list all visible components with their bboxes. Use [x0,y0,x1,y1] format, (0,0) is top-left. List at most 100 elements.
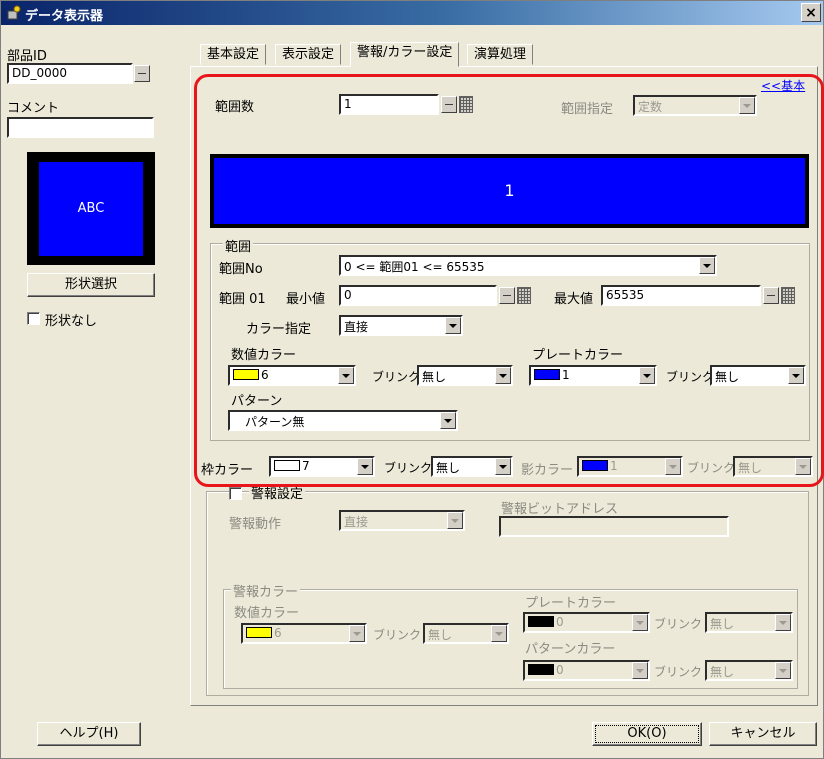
shape-select-button[interactable]: 形状選択 [27,273,155,297]
cancel-button[interactable]: キャンセル [709,722,817,746]
pattern-select[interactable]: パターン無 [228,410,458,431]
shadow-color-swatch [582,460,608,471]
alarm-plate-blink-select[interactable]: 無し [705,612,793,633]
close-button[interactable]: × [801,3,821,22]
chevron-down-icon [739,97,755,114]
frame-blink-select[interactable]: 無し [431,456,513,477]
alarm-pattern-color-value: 0 [556,663,564,677]
range-spec-select[interactable]: 定数 [633,95,757,116]
max-value-spin[interactable] [763,287,779,304]
alarm-value-color-label: 数値カラー [234,606,300,621]
chevron-down-icon [447,512,463,529]
min-value-keypad-icon[interactable] [517,287,531,304]
range-count-spin[interactable] [441,96,457,113]
alarm-pattern-color-label: パターンカラー [525,642,616,657]
shadow-blink-select[interactable]: 無し [733,456,813,477]
range-spec-value: 定数 [638,100,663,114]
plate-blink-select[interactable]: 無し [710,365,806,386]
help-button[interactable]: ヘルプ(H) [37,722,141,746]
chevron-down-icon [665,458,681,475]
value-color-select[interactable]: 6 [228,365,356,386]
ok-button[interactable]: OK(O) [592,722,702,746]
comment-field[interactable] [7,117,154,138]
plate-color-swatch [534,369,560,380]
frame-color-select[interactable]: 7 [269,456,375,477]
alarm-plate-color-value: 0 [556,615,564,629]
value-preview: 1 [214,158,805,224]
tab-calculation[interactable]: 演算処理 [467,44,534,65]
chevron-down-icon [349,625,365,642]
range-count-label: 範囲数 [215,100,255,115]
alarm-enable-checkbox[interactable] [229,487,242,500]
tab-display[interactable]: 表示設定 [275,44,342,65]
alarm-plate-color-select[interactable]: 0 [523,612,650,633]
alarm-value-color-value: 6 [274,626,282,640]
color-spec-label: カラー指定 [246,322,312,337]
range-count-keypad-icon[interactable] [459,96,473,113]
alarm-action-value: 直接 [344,515,369,529]
shadow-blink-label: ブリンク [687,461,736,475]
range-no-select[interactable]: 0 <= 範囲01 <= 65535 [339,255,717,276]
shadow-blink-value: 無し [738,461,763,475]
frame-color-value: 7 [302,459,310,473]
color-spec-select[interactable]: 直接 [339,315,463,336]
alarm-action-select[interactable]: 直接 [339,510,465,531]
chevron-down-icon [632,614,648,631]
chevron-down-icon [495,367,511,384]
min-value-field[interactable]: 0 [339,285,497,306]
frame-blink-label: ブリンク [384,461,433,475]
max-value-keypad-icon[interactable] [781,287,795,304]
value-blink-value: 無し [422,370,447,384]
alarm-pattern-blink-value: 無し [710,665,735,679]
alarm-bit-address-label: 警報ビットアドレス [501,502,619,517]
shadow-color-label: 影カラー [521,463,574,478]
range-group-title: 範囲 [223,236,254,255]
chevron-down-icon [795,458,811,475]
tab-basic[interactable]: 基本設定 [200,44,267,65]
value-color-label: 数値カラー [231,348,297,363]
back-to-basic-link[interactable]: <<基本 [761,77,805,94]
alarm-pattern-color-select[interactable]: 0 [523,660,650,681]
no-shape-checkbox[interactable] [27,312,40,325]
chevron-down-icon [491,625,507,642]
tab-alarm-color[interactable]: 警報/カラー設定 [350,42,460,67]
value-blink-select[interactable]: 無し [417,365,513,386]
alarm-pattern-blink-select[interactable]: 無し [705,660,793,681]
max-value-label: 最大値 [554,292,594,307]
alarm-plate-blink-value: 無し [710,617,735,631]
part-id-label: 部品ID [7,49,47,64]
min-value-spin[interactable] [499,287,515,304]
frame-color-swatch [274,460,300,471]
value-preview-frame: 1 [210,154,809,228]
comment-label: コメント [7,101,60,116]
chevron-down-icon [775,614,791,631]
pattern-label: パターン [231,394,283,409]
chevron-down-icon [495,458,511,475]
part-id-spin[interactable] [134,65,150,82]
range-spec-label: 範囲指定 [561,102,614,117]
chevron-down-icon [338,367,354,384]
dialog-window: データ表示器 × 部品ID DD_0000 コメント ABC 形状選択 形状なし… [0,0,824,759]
max-value-field[interactable]: 65535 [601,285,761,306]
chevron-down-icon [788,367,804,384]
plate-color-select[interactable]: 1 [529,365,657,386]
shape-preview: ABC [39,162,143,256]
chevron-down-icon [357,458,373,475]
value-color-value: 6 [261,368,269,382]
shape-preview-frame: ABC [27,152,155,265]
app-icon [7,5,21,20]
plate-blink-value: 無し [715,370,740,384]
range-no-label: 範囲No [219,262,263,277]
shadow-color-select[interactable]: 1 [577,456,683,477]
alarm-color-group-title: 警報カラー [231,581,301,600]
range-index-label: 範囲 01 [219,292,266,307]
chevron-down-icon [445,317,461,334]
chevron-down-icon [699,257,715,274]
alarm-value-color-select[interactable]: 6 [241,623,367,644]
shadow-color-value: 1 [610,459,618,473]
alarm-bit-address-field[interactable] [499,516,729,537]
part-id-field[interactable]: DD_0000 [7,63,133,84]
alarm-value-blink-value: 無し [428,628,453,642]
range-count-field[interactable]: 1 [339,94,439,115]
alarm-value-blink-select[interactable]: 無し [423,623,509,644]
